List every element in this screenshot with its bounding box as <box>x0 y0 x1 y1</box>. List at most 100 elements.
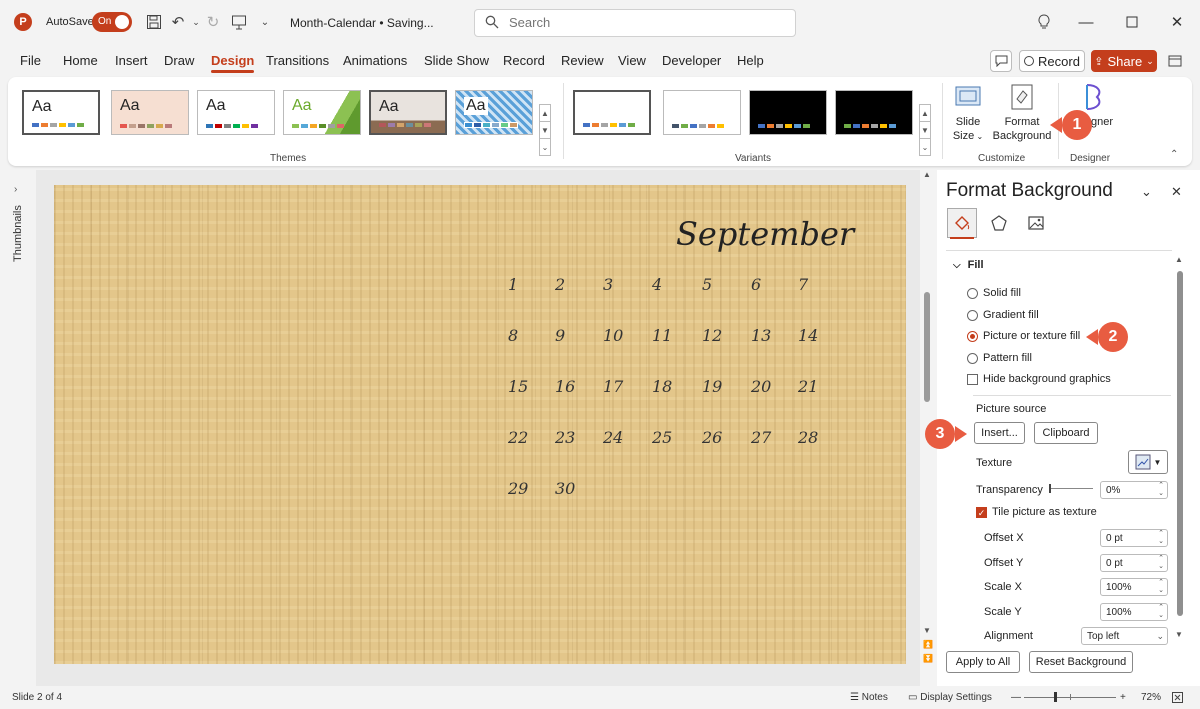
hide-background-option[interactable]: Hide background graphics <box>967 373 1111 385</box>
effects-tab-icon[interactable] <box>984 208 1014 238</box>
previous-slide-icon[interactable]: ⏫ <box>923 640 933 649</box>
zoom-slider-handle[interactable] <box>1054 692 1057 702</box>
zoom-in-button[interactable]: + <box>1120 692 1126 703</box>
pane-close-icon[interactable]: ✕ <box>1171 184 1182 200</box>
zoom-slider[interactable] <box>1024 692 1116 702</box>
autosave-toggle[interactable]: On <box>92 12 132 32</box>
scale-x-input[interactable]: 100% ⌃ ⌄ <box>1100 578 1168 596</box>
offset-x-spin-icon[interactable]: ⌃ ⌄ <box>1158 530 1164 546</box>
offset-y-input[interactable]: 0 pt ⌃ ⌄ <box>1100 554 1168 572</box>
customize-qat-icon[interactable]: ⌄ <box>255 12 275 32</box>
variant-3[interactable] <box>749 90 827 135</box>
undo-icon[interactable]: ↶ <box>168 12 188 32</box>
tab-developer[interactable]: Developer <box>662 53 721 68</box>
theme-green[interactable]: Aa <box>283 90 361 135</box>
tile-option[interactable]: ✓ Tile picture as texture <box>976 506 1097 518</box>
document-title[interactable]: Month-Calendar • Saving... <box>290 16 434 30</box>
variant-4[interactable] <box>835 90 913 135</box>
variant-2[interactable] <box>663 90 741 135</box>
variants-scroll-down-icon[interactable]: ▼ <box>919 121 931 139</box>
picture-fill-radio[interactable] <box>967 330 978 342</box>
comments-button[interactable] <box>990 50 1012 72</box>
save-icon[interactable] <box>144 12 164 32</box>
collapse-ribbon-icon[interactable]: ⌃ <box>1170 149 1178 160</box>
format-background-button[interactable]: Format Background <box>990 81 1054 143</box>
tab-view[interactable]: View <box>618 53 646 68</box>
pane-scrollbar-thumb[interactable] <box>1177 271 1183 616</box>
transparency-spin-icon[interactable]: ⌃ ⌄ <box>1158 482 1164 498</box>
month-title[interactable]: September <box>676 215 854 253</box>
insert-button[interactable]: Insert... <box>974 422 1025 444</box>
pattern-fill-radio[interactable] <box>967 352 978 364</box>
notes-button[interactable]: ☰ Notes <box>850 692 888 703</box>
maximize-button[interactable] <box>1120 10 1144 34</box>
reset-background-button[interactable]: Reset Background <box>1029 651 1133 673</box>
alignment-dropdown-icon[interactable]: ⌄ <box>1156 632 1164 641</box>
alignment-select[interactable]: Top left ⌄ <box>1081 627 1168 645</box>
share-button[interactable]: ⇪ Share ⌄ <box>1091 50 1157 72</box>
tab-slide-show[interactable]: Slide Show <box>424 53 489 68</box>
scale-y-input[interactable]: 100% ⌃ ⌄ <box>1100 603 1168 621</box>
gradient-fill-option[interactable]: Gradient fill <box>967 309 1039 321</box>
tab-design[interactable]: Design <box>211 53 255 73</box>
fit-to-window-icon[interactable] <box>1172 692 1183 706</box>
fill-section-header[interactable]: ⌵ Fill <box>953 259 984 271</box>
redo-icon[interactable]: ↻ <box>203 12 223 32</box>
picture-tab-icon[interactable] <box>1021 208 1051 238</box>
tab-transitions[interactable]: Transitions <box>266 53 329 68</box>
themes-scroll-down-icon[interactable]: ▼ <box>539 121 551 139</box>
solid-fill-radio[interactable] <box>967 287 978 299</box>
tab-animations[interactable]: Animations <box>343 53 407 68</box>
solid-fill-option[interactable]: Solid fill <box>967 287 1021 299</box>
presenter-icon[interactable] <box>229 12 249 32</box>
search-input[interactable] <box>509 15 779 30</box>
tab-record[interactable]: Record <box>503 53 545 68</box>
pane-scroll-down-icon[interactable]: ▼ <box>1175 630 1183 639</box>
slide-canvas[interactable]: September 1 2 3 4 5 6 7 8 9 10 11 12 13 14 15 16 17 18 19 2… <box>54 185 906 664</box>
tab-insert[interactable]: Insert <box>115 53 148 68</box>
pattern-fill-option[interactable]: Pattern fill <box>967 352 1032 364</box>
slide-size-button[interactable]: Slide Size ⌄ <box>950 81 986 144</box>
scale-y-spin-icon[interactable]: ⌃ ⌄ <box>1158 604 1164 620</box>
theme-peach[interactable]: Aa <box>111 90 189 135</box>
fill-tab-icon[interactable] <box>947 208 977 239</box>
gradient-fill-radio[interactable] <box>967 309 978 321</box>
transparency-slider[interactable] <box>1049 484 1093 493</box>
thumbnails-label[interactable]: Thumbnails <box>12 205 24 262</box>
scale-x-spin-icon[interactable]: ⌃ ⌄ <box>1158 579 1164 595</box>
transparency-slider-handle[interactable] <box>1049 484 1051 493</box>
scroll-down-icon[interactable]: ▼ <box>923 626 931 635</box>
next-slide-icon[interactable]: ⏬ <box>923 654 933 663</box>
themes-more-icon[interactable]: ⌄ <box>539 138 551 156</box>
display-settings-button[interactable]: ▭ Display Settings <box>908 692 992 703</box>
tile-checkbox[interactable]: ✓ <box>976 506 987 518</box>
pane-options-icon[interactable]: ⌄ <box>1141 184 1152 200</box>
ribbon-display-icon[interactable] <box>1163 50 1187 72</box>
apply-to-all-button[interactable]: Apply to All <box>946 651 1020 673</box>
tab-help[interactable]: Help <box>737 53 764 68</box>
theme-wood[interactable]: Aa <box>369 90 447 135</box>
close-button[interactable]: ✕ <box>1165 10 1189 34</box>
zoom-level[interactable]: 72% <box>1141 692 1161 703</box>
lightbulb-icon[interactable] <box>1032 10 1056 34</box>
clipboard-button[interactable]: Clipboard <box>1034 422 1098 444</box>
picture-fill-option[interactable]: Picture or texture fill <box>967 330 1080 342</box>
theme-office[interactable]: Aa <box>22 90 100 135</box>
scrollbar-thumb[interactable] <box>924 292 930 402</box>
offset-x-input[interactable]: 0 pt ⌃ ⌄ <box>1100 529 1168 547</box>
tab-draw[interactable]: Draw <box>164 53 194 68</box>
themes-scroll-up-icon[interactable]: ▲ <box>539 104 551 122</box>
theme-blue-pattern[interactable]: Aa <box>455 90 533 135</box>
search-box[interactable] <box>474 9 796 37</box>
scroll-up-icon[interactable]: ▲ <box>923 170 931 179</box>
offset-y-spin-icon[interactable]: ⌃ ⌄ <box>1158 555 1164 571</box>
expand-thumbnails-icon[interactable]: › <box>14 184 17 195</box>
pane-scroll-up-icon[interactable]: ▲ <box>1175 255 1183 264</box>
tab-file[interactable]: File <box>20 53 41 68</box>
tab-home[interactable]: Home <box>63 53 98 68</box>
minimize-button[interactable]: — <box>1074 10 1098 34</box>
theme-plain[interactable]: Aa <box>197 90 275 135</box>
texture-picker[interactable]: ▼ <box>1128 450 1168 474</box>
hide-background-checkbox[interactable] <box>967 373 978 385</box>
zoom-out-button[interactable]: — <box>1011 692 1021 703</box>
